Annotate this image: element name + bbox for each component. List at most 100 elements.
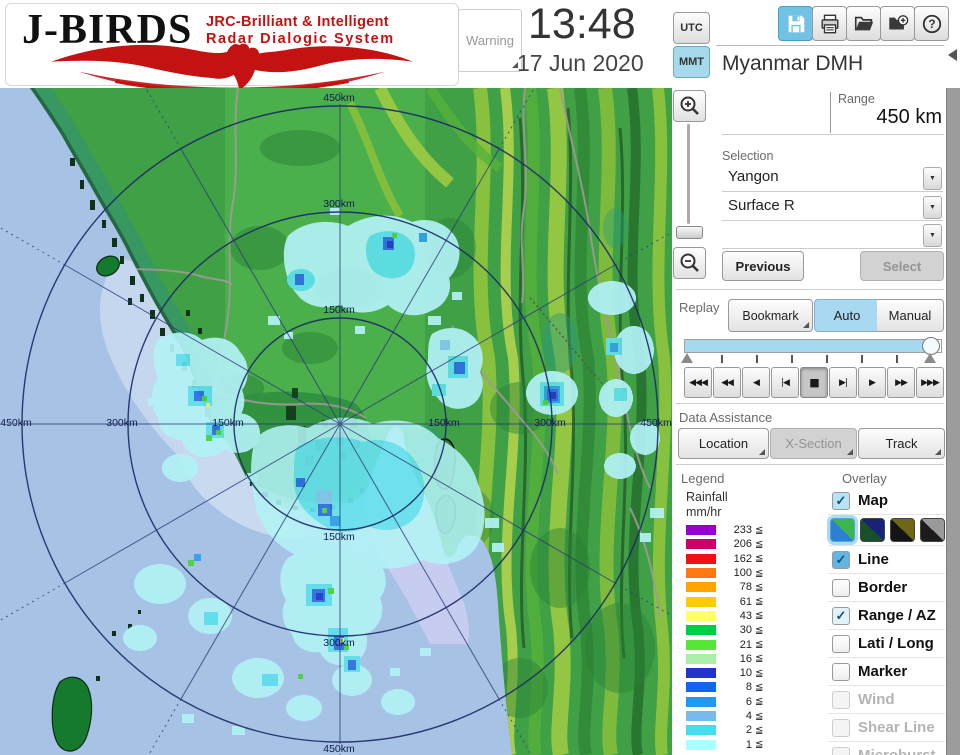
radar-map[interactable]: 150km 150km 150km 150km 300km 300km 300km 300km… <box>0 88 672 755</box>
play-button[interactable]: ▶ <box>858 367 886 398</box>
step-forward-button[interactable]: ▶| <box>829 367 857 398</box>
legend-row: 10 ≦ <box>686 666 776 680</box>
legend-value: 162 <box>733 552 752 565</box>
timeline-start-marker[interactable] <box>681 353 693 363</box>
legend-value: 16 <box>739 652 752 665</box>
overlay-label: Map <box>858 492 888 509</box>
open-folder-button[interactable] <box>846 6 881 41</box>
panel-collapse-arrow[interactable] <box>948 49 957 61</box>
map-style-terrain-dark[interactable] <box>860 518 885 542</box>
select-label: Select <box>882 258 922 274</box>
svg-text:?: ? <box>928 17 935 31</box>
map-style-terrain-olive[interactable] <box>890 518 915 542</box>
rewind-fast-button[interactable]: ◀◀◀ <box>684 367 712 398</box>
legend-swatch <box>686 525 716 536</box>
legend-suffix: ≦ <box>755 610 764 622</box>
overlay-label: Range / AZ <box>858 607 936 624</box>
legend-row: 8 ≦ <box>686 680 776 694</box>
right-scrollbar[interactable] <box>946 88 960 755</box>
save-button[interactable] <box>778 6 813 41</box>
legend-row: 162 ≦ <box>686 552 776 566</box>
selection-label: Selection <box>722 149 774 163</box>
step-back-button[interactable]: |◀ <box>771 367 799 398</box>
timeline-slider-track[interactable] <box>684 339 942 353</box>
warning-label: Warning <box>466 33 514 48</box>
manual-button[interactable]: Manual <box>877 299 944 332</box>
product-dropdown[interactable]: Surface R ▼ <box>722 193 943 221</box>
warning-button[interactable]: Warning <box>458 9 522 72</box>
clock-time: 13:48 <box>528 0 636 48</box>
legend-swatch <box>686 568 716 579</box>
timeline-tick <box>861 355 863 363</box>
save-icon <box>788 15 804 32</box>
print-button[interactable] <box>812 6 847 41</box>
legend-value: 30 <box>739 624 752 637</box>
rewind-button[interactable]: ◀◀ <box>713 367 741 398</box>
import-data-button[interactable] <box>880 6 915 41</box>
separator <box>676 289 944 290</box>
legend-swatch <box>686 582 716 593</box>
map-style-terrain-color[interactable] <box>830 518 855 542</box>
eagle-logo-icon <box>51 43 413 88</box>
track-button[interactable]: Track <box>858 428 945 459</box>
previous-button[interactable]: Previous <box>722 251 804 281</box>
timezone-mmt-button[interactable]: MMT <box>673 46 710 78</box>
bookmark-label: Bookmark <box>742 308 799 323</box>
overlay-item-microburst: Microburst <box>828 742 945 755</box>
overlay-item-map: ✓ Map <box>828 487 945 515</box>
legend-row: 21 ≦ <box>686 637 776 651</box>
bookmark-button[interactable]: Bookmark <box>728 299 813 332</box>
legend-row: 78 ≦ <box>686 580 776 594</box>
checkbox-line[interactable]: ✓ <box>832 550 850 569</box>
legend-swatch <box>686 696 716 707</box>
play-reverse-button[interactable]: ◀ <box>742 367 770 398</box>
playback-row: ◀◀◀ ◀◀ ◀ |◀ ■ ▶| ▶ ▶▶ ▶▶▶ <box>684 367 944 398</box>
forward-button[interactable]: ▶▶ <box>887 367 915 398</box>
legend-suffix: ≦ <box>755 624 764 636</box>
zoom-slider-track[interactable] <box>687 124 690 224</box>
map-style-terrain-grey[interactable] <box>920 518 945 542</box>
checkbox-border[interactable] <box>832 578 850 597</box>
mmt-label: MMT <box>678 56 705 68</box>
chevron-down-icon[interactable]: ▼ <box>923 196 942 219</box>
legend-value: 61 <box>739 595 752 608</box>
timezone-utc-button[interactable]: UTC <box>673 12 710 44</box>
site-dropdown[interactable]: Yangon ▼ <box>722 164 943 192</box>
chevron-down-icon[interactable]: ▼ <box>923 167 942 190</box>
legend-suffix: ≦ <box>755 667 764 679</box>
zoom-out-button[interactable] <box>673 247 706 279</box>
chevron-down-icon[interactable]: ▼ <box>923 224 942 247</box>
legend-swatch <box>686 625 716 636</box>
checkbox-lati-long[interactable] <box>832 634 850 653</box>
option-dropdown[interactable]: ▼ <box>722 221 943 249</box>
timeline-tick <box>896 355 898 363</box>
x-section-button: X-Section <box>770 428 857 459</box>
legend-suffix: ≦ <box>755 567 764 579</box>
checkbox-marker[interactable] <box>832 662 850 681</box>
legend-suffix: ≦ <box>755 739 764 751</box>
overlay-label: Border <box>858 579 908 596</box>
forward-fast-button[interactable]: ▶▶▶ <box>916 367 944 398</box>
checkbox-map[interactable]: ✓ <box>832 491 850 510</box>
print-icon <box>821 14 838 33</box>
zoom-in-button[interactable] <box>673 90 706 122</box>
stop-button[interactable]: ■ <box>800 367 828 398</box>
location-button[interactable]: Location <box>678 428 769 459</box>
overlay-list: ✓ Map ✓ Line Border ✓ Range / AZ Lati / Long Mar… <box>828 487 945 755</box>
auto-button[interactable]: Auto <box>814 299 880 332</box>
legend-row: 4 ≦ <box>686 709 776 723</box>
legend-title: Legend <box>681 471 725 486</box>
range-label: Range <box>838 92 875 106</box>
overlay-item-lati-long: Lati / Long <box>828 630 945 658</box>
legend-suffix: ≦ <box>755 596 764 608</box>
legend-suffix: ≦ <box>755 524 764 536</box>
timeline-end-marker[interactable] <box>924 353 936 363</box>
legend-value: 2 <box>745 724 752 737</box>
help-button[interactable]: ? <box>914 6 949 41</box>
checkbox-wind <box>832 690 850 709</box>
zoom-slider-thumb[interactable] <box>676 226 703 239</box>
checkbox-range-az[interactable]: ✓ <box>832 606 850 625</box>
header-divider <box>716 45 944 46</box>
radar-map-canvas <box>0 88 672 755</box>
legend-value: 78 <box>739 581 752 594</box>
